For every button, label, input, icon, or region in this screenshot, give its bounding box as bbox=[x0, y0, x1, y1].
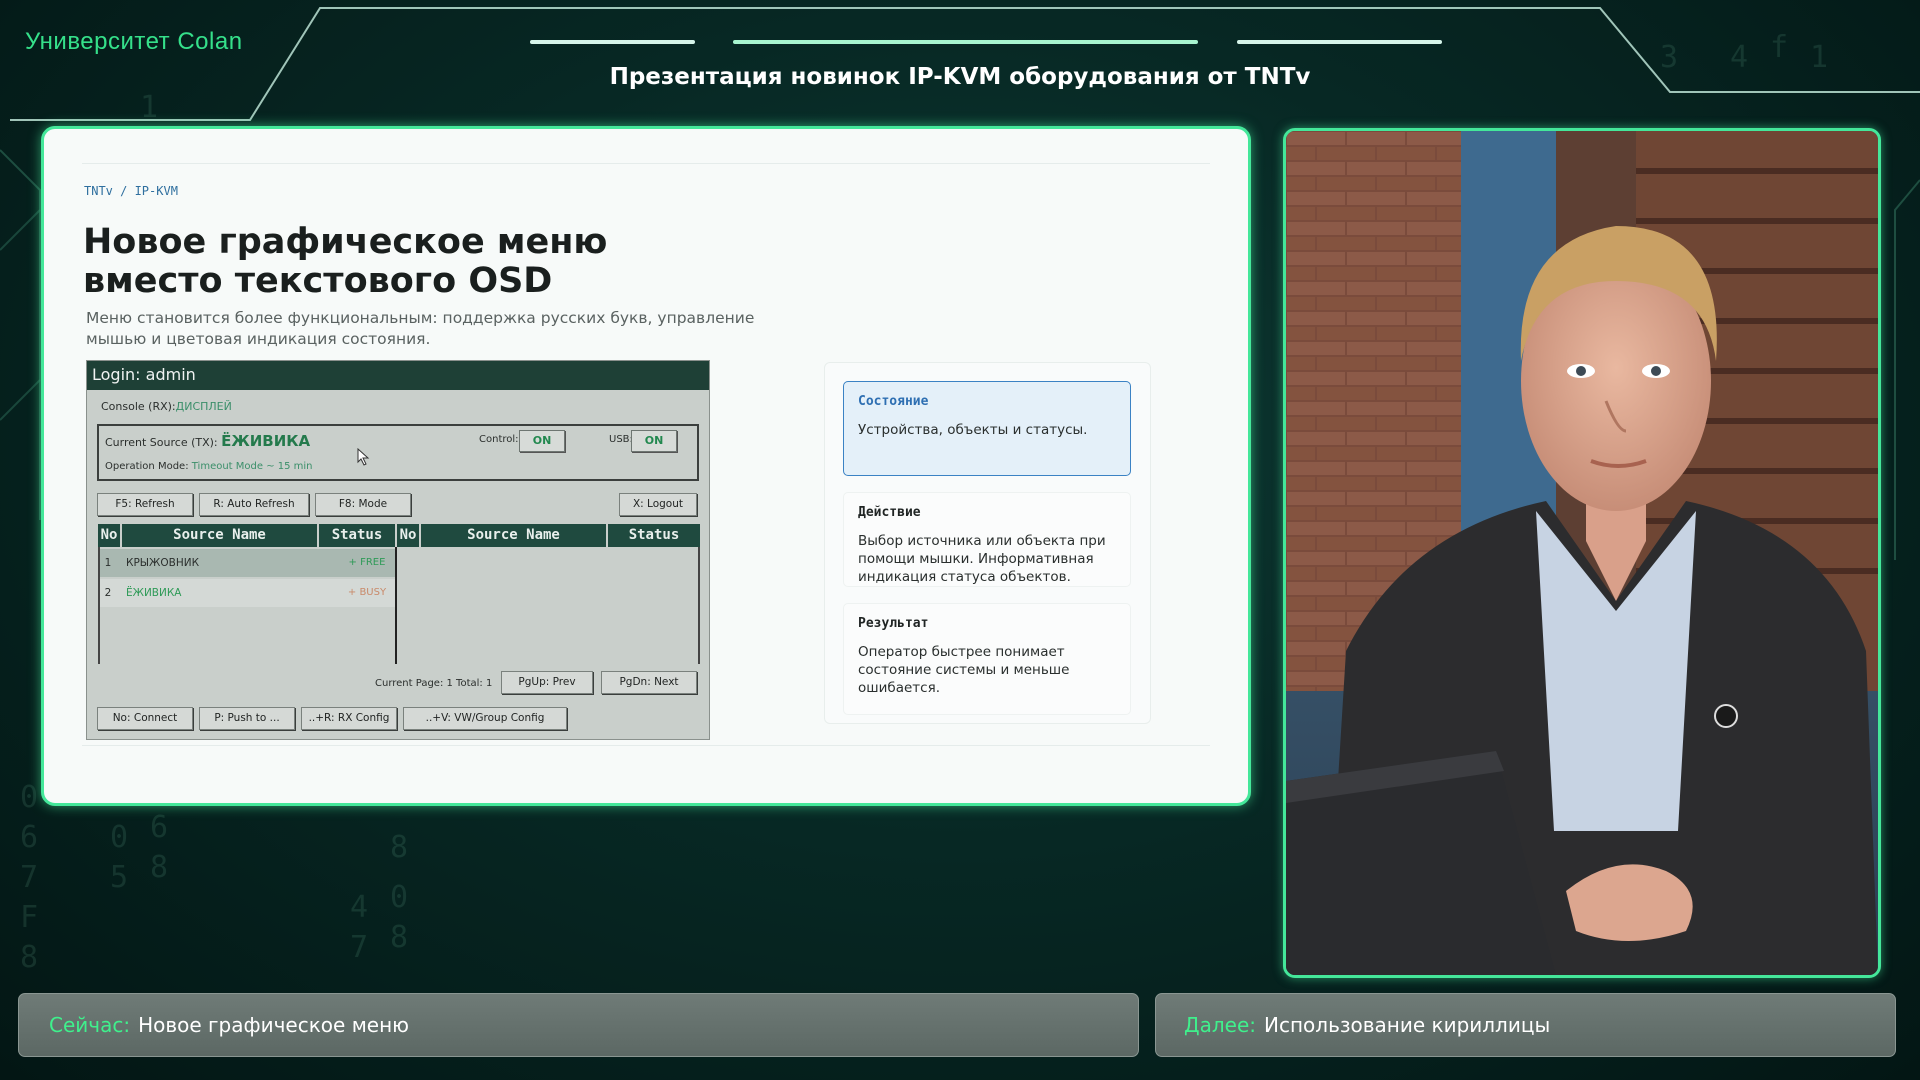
card-state[interactable]: Состояние Устройства, объекты и статусы. bbox=[843, 381, 1131, 476]
card-action[interactable]: Действие Выбор источника или объекта при… bbox=[843, 492, 1131, 587]
osd-col-status-2: Status bbox=[608, 524, 700, 547]
osd-console-value: ДИСПЛЕЙ bbox=[175, 400, 232, 413]
osd-col-no-2: No bbox=[397, 524, 419, 547]
osd-push-button[interactable]: P: Push to ... bbox=[199, 707, 295, 730]
osd-table-border bbox=[698, 547, 700, 664]
osd-prev-page-button[interactable]: PgUp: Prev bbox=[501, 671, 593, 694]
osd-col-status: Status bbox=[319, 524, 395, 547]
osd-row-name: ЁЖИВИКА bbox=[126, 587, 182, 599]
now-value: Новое графическое меню bbox=[138, 1013, 409, 1037]
osd-row-status: + BUSY bbox=[347, 587, 387, 598]
card-body: Устройства, объекты и статусы. bbox=[858, 422, 1088, 438]
osd-group-config-button[interactable]: ..+V: VW/Group Config bbox=[403, 707, 567, 730]
osd-table-row[interactable]: 1 КРЫЖОВНИК + FREE bbox=[98, 549, 395, 577]
osd-rx-config-button[interactable]: ..+R: RX Config bbox=[301, 707, 397, 730]
osd-usb-toggle[interactable]: ON bbox=[631, 430, 677, 452]
osd-usb-label: USB: bbox=[609, 434, 633, 445]
header-decor-lines bbox=[530, 40, 1442, 50]
osd-current-source: Current Source (TX): ЁЖИВИКА bbox=[105, 432, 310, 450]
slide-divider-top bbox=[82, 163, 1210, 164]
slide-subtitle: Меню становится более функциональным: по… bbox=[86, 308, 766, 350]
osd-current-source-label: Current Source (TX): bbox=[105, 436, 218, 449]
osd-operation-mode-label: Operation Mode: bbox=[105, 461, 189, 472]
osd-row-no: 2 bbox=[104, 587, 112, 599]
osd-console-label: Console (RX): bbox=[101, 400, 176, 413]
slide-title-line2: вместо текстового OSD bbox=[83, 261, 553, 301]
next-value: Использование кириллицы bbox=[1264, 1013, 1551, 1037]
osd-login-header: Login: admin bbox=[87, 361, 709, 390]
osd-table-border bbox=[98, 547, 100, 664]
card-title: Результат bbox=[858, 616, 929, 631]
osd-next-page-button[interactable]: PgDn: Next bbox=[601, 671, 697, 694]
osd-row-no: 1 bbox=[104, 557, 112, 569]
osd-control-label: Control: bbox=[479, 434, 519, 445]
now-bar: Сейчас: Новое графическое меню bbox=[18, 993, 1139, 1057]
osd-table-row[interactable]: 2 ЁЖИВИКА + BUSY bbox=[98, 579, 395, 607]
next-label: Далее: bbox=[1184, 1013, 1257, 1037]
slide-title: Новое графическое меню вместо текстового… bbox=[83, 223, 723, 301]
card-body: Оператор быстрее понимает состояние сист… bbox=[858, 644, 1070, 696]
card-body: Выбор источника или объекта при помощи м… bbox=[858, 533, 1106, 585]
osd-operation-mode-value: Timeout Mode ~ 15 min bbox=[191, 461, 313, 472]
osd-col-source-name: Source Name bbox=[122, 524, 317, 547]
slide-subtitle-line2: мышью и цветовая индикация состояния. bbox=[86, 330, 431, 348]
presenter-image bbox=[1286, 131, 1878, 975]
brand-logo-text: Университет Colan bbox=[25, 28, 243, 55]
slide-subtitle-line1: Меню становится более функциональным: по… bbox=[86, 309, 755, 327]
osd-connect-button[interactable]: No: Connect bbox=[97, 707, 193, 730]
osd-mode-button[interactable]: F8: Mode bbox=[315, 493, 411, 516]
osd-table-separator bbox=[395, 547, 397, 664]
card-title: Действие bbox=[858, 505, 921, 520]
osd-source-box: Current Source (TX): ЁЖИВИКА Operation M… bbox=[97, 424, 699, 481]
card-result[interactable]: Результат Оператор быстрее понимает сост… bbox=[843, 603, 1131, 715]
osd-operation-mode: Operation Mode: Timeout Mode ~ 15 min bbox=[105, 461, 313, 472]
osd-source-table: No Source Name Status No Source Name Sta… bbox=[98, 524, 700, 669]
now-label: Сейчас: bbox=[49, 1013, 131, 1037]
osd-control-toggle[interactable]: ON bbox=[519, 430, 565, 452]
osd-row-name: КРЫЖОВНИК bbox=[126, 557, 200, 569]
osd-auto-refresh-button[interactable]: R: Auto Refresh bbox=[199, 493, 309, 516]
osd-logout-button[interactable]: X: Logout bbox=[619, 493, 697, 516]
presenter-video bbox=[1283, 128, 1881, 978]
breadcrumb: TNTv / IP-KVM bbox=[84, 184, 178, 198]
mouse-cursor-icon bbox=[357, 448, 370, 466]
osd-col-no: No bbox=[98, 524, 120, 547]
osd-screenshot: Login: admin Console (RX):ДИСПЛЕЙ Curren… bbox=[86, 360, 710, 740]
presentation-title: Презентация новинок IP-KVM оборудования … bbox=[609, 64, 1311, 90]
osd-col-source-name-2: Source Name bbox=[421, 524, 606, 547]
slide-divider-bottom bbox=[82, 745, 1210, 746]
osd-console: Console (RX):ДИСПЛЕЙ bbox=[101, 400, 232, 413]
info-cards-panel: Состояние Устройства, объекты и статусы.… bbox=[824, 362, 1151, 724]
slide-title-line1: Новое графическое меню bbox=[83, 222, 608, 262]
osd-current-source-value: ЁЖИВИКА bbox=[221, 432, 311, 450]
osd-refresh-button[interactable]: F5: Refresh bbox=[97, 493, 193, 516]
osd-row-status: + FREE bbox=[348, 557, 386, 568]
slide-panel: TNTv / IP-KVM Новое графическое меню вме… bbox=[41, 126, 1251, 806]
osd-page-info: Current Page: 1 Total: 1 bbox=[375, 678, 493, 689]
next-bar: Далее: Использование кириллицы bbox=[1155, 993, 1896, 1057]
card-title: Состояние bbox=[858, 394, 929, 409]
